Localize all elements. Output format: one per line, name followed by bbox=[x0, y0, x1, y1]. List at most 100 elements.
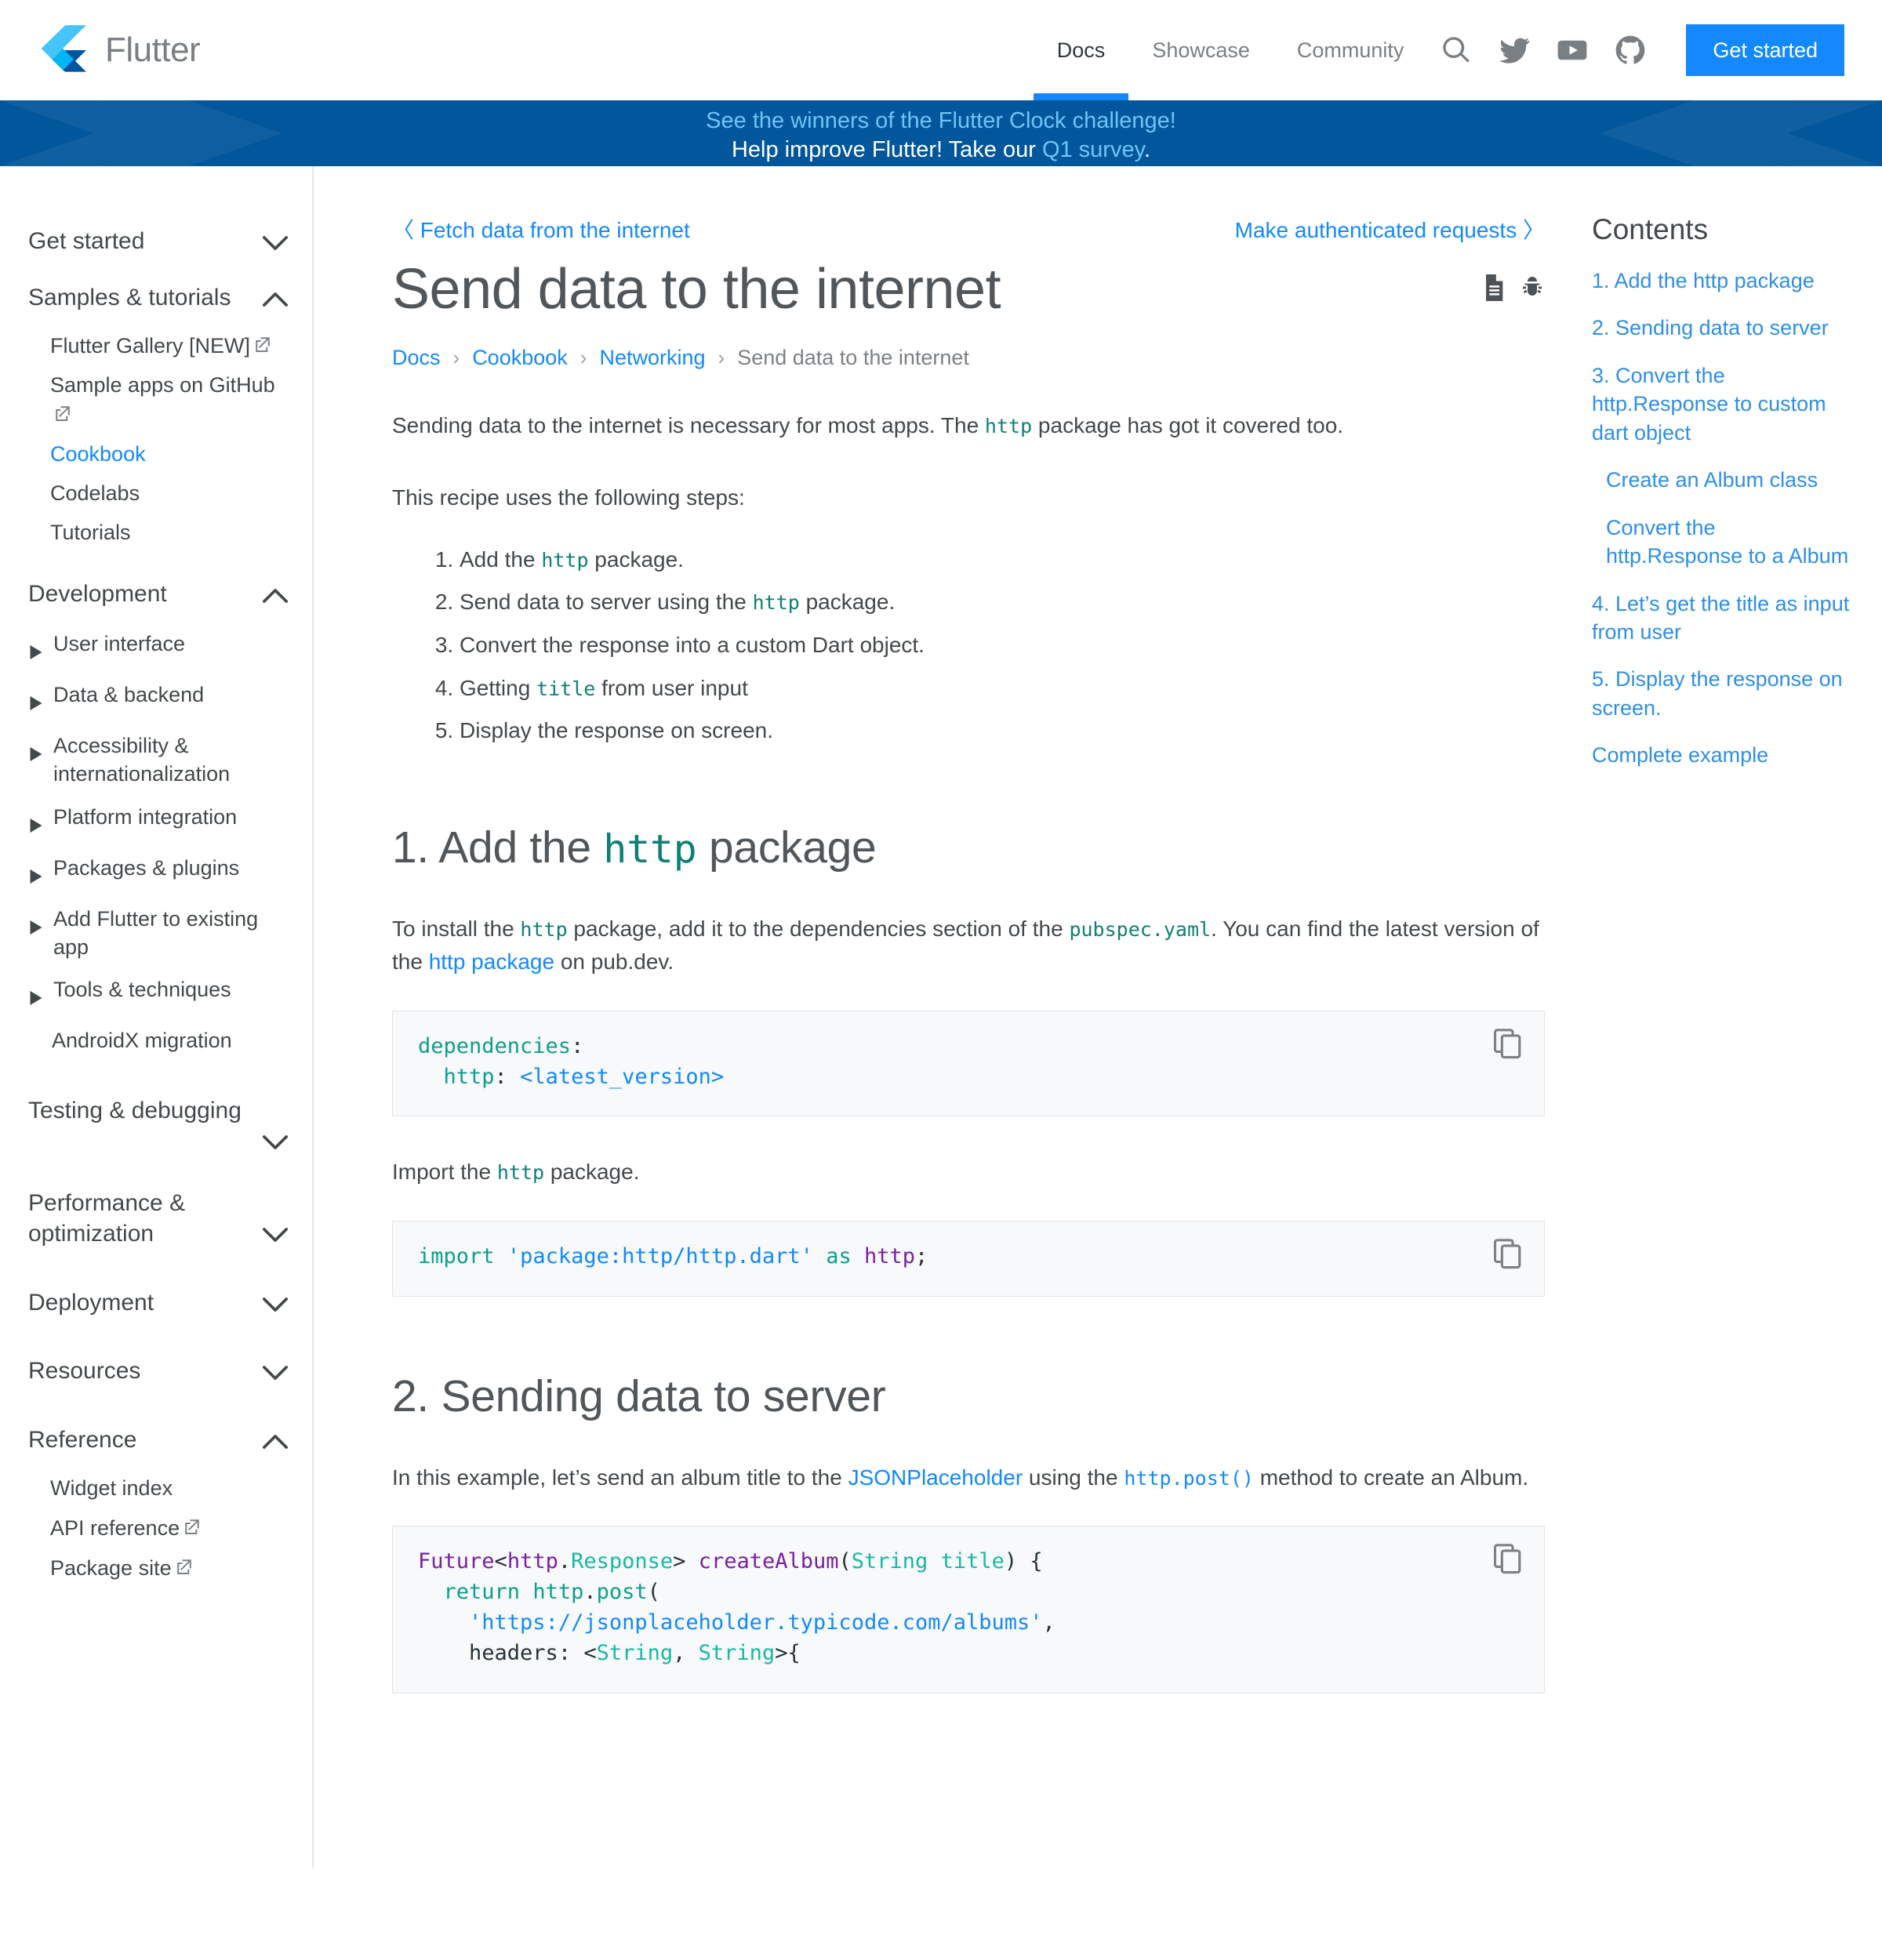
youtube-icon[interactable] bbox=[1543, 0, 1601, 100]
sidebar-item-platform-integration[interactable]: Platform integration bbox=[0, 796, 312, 847]
title-row: Send data to the internet bbox=[392, 257, 1545, 322]
toc-item-2[interactable]: 2. Sending data to server bbox=[1592, 314, 1851, 342]
chevron-down-icon bbox=[262, 1365, 289, 1381]
section1-heading-a: 1. Add the bbox=[392, 822, 604, 873]
get-started-button[interactable]: Get started bbox=[1686, 24, 1844, 76]
sidebar-item-api-reference[interactable]: API reference bbox=[0, 1508, 312, 1548]
copy-icon[interactable] bbox=[1494, 1544, 1524, 1577]
code-block-create-album: Future<http.Response> createAlbum(String… bbox=[392, 1526, 1545, 1693]
external-link-icon bbox=[55, 400, 71, 428]
sidebar-group-label: Deployment bbox=[28, 1289, 154, 1316]
github-icon[interactable] bbox=[1601, 0, 1659, 100]
previous-page-link[interactable]: 〈 Fetch data from the internet bbox=[392, 213, 690, 245]
sidebar-item-add-flutter-existing-app[interactable]: Add Flutter to existing app bbox=[0, 898, 312, 968]
section-heading-1: 1. Add the http package bbox=[392, 822, 1545, 873]
copy-icon[interactable] bbox=[1494, 1028, 1524, 1062]
step-text-a: Add the bbox=[460, 546, 542, 572]
sidebar-item-label: Sample apps on GitHub bbox=[50, 373, 275, 397]
sidebar-group-samples-tutorials[interactable]: Samples & tutorials bbox=[0, 270, 312, 326]
sidebar-item-codelabs[interactable]: Codelabs bbox=[0, 474, 312, 513]
sidebar-group-label: Samples & tutorials bbox=[28, 284, 231, 310]
caret-right-icon bbox=[30, 913, 42, 942]
sidebar-group-label: Performance & optimization bbox=[28, 1189, 186, 1247]
main-content: 〈 Fetch data from the internet Make auth… bbox=[314, 166, 1592, 1693]
list-item: Display the response on screen. bbox=[460, 714, 1545, 748]
chevron-down-icon bbox=[262, 235, 289, 251]
sidebar-group-testing-debugging[interactable]: Testing & debugging bbox=[0, 1083, 312, 1163]
sidebar-item-packages-plugins[interactable]: Packages & plugins bbox=[0, 847, 312, 898]
sidebar-group-performance-optimization[interactable]: Performance & optimization bbox=[0, 1175, 312, 1262]
inline-code: title bbox=[536, 677, 596, 700]
sidebar-item-label: Add Flutter to existing app bbox=[53, 906, 259, 960]
intro-paragraph: Sending data to the internet is necessar… bbox=[392, 409, 1545, 443]
code-block-dependencies: dependencies: http: <latest_version> bbox=[392, 1010, 1545, 1117]
toc-item-convert-response[interactable]: Convert the http.Response to a Album bbox=[1592, 514, 1851, 571]
http-package-link[interactable]: http package bbox=[429, 949, 554, 974]
sidebar-group-deployment[interactable]: Deployment bbox=[0, 1275, 312, 1331]
banner-survey-suffix: . bbox=[1143, 137, 1151, 162]
sidebar-item-data-backend[interactable]: Data & backend bbox=[0, 673, 312, 724]
table-of-contents: Contents 1. Add the http package 2. Send… bbox=[1592, 166, 1882, 789]
next-page-link[interactable]: Make authenticated requests 〉 bbox=[1235, 213, 1545, 245]
copy-icon[interactable] bbox=[1494, 1239, 1524, 1272]
s1-d: on pub.dev. bbox=[554, 949, 674, 975]
chevron-down-icon bbox=[262, 1227, 289, 1243]
search-icon[interactable] bbox=[1427, 0, 1485, 100]
report-bug-icon[interactable] bbox=[1520, 274, 1545, 305]
step-text-b: from user input bbox=[595, 675, 748, 700]
sidebar-item-user-interface[interactable]: User interface bbox=[0, 622, 312, 673]
banner-clock-link[interactable]: See the winners of the Flutter Clock cha… bbox=[706, 107, 1176, 136]
nav-link-community[interactable]: Community bbox=[1273, 0, 1428, 100]
code-text: import 'package:http/http.dart' as http; bbox=[418, 1244, 928, 1269]
toc-item-4[interactable]: 4. Let’s get the title as input from use… bbox=[1592, 590, 1851, 647]
next-page-label: Make authenticated requests bbox=[1234, 218, 1517, 242]
breadcrumb-cookbook[interactable]: Cookbook bbox=[472, 346, 568, 370]
chevron-up-icon bbox=[262, 1434, 289, 1450]
brand-home-link[interactable]: Flutter bbox=[35, 24, 201, 77]
caret-right-icon bbox=[30, 984, 42, 1012]
sidebar-group-resources[interactable]: Resources bbox=[0, 1343, 312, 1399]
caret-right-icon bbox=[30, 638, 42, 666]
external-link-icon bbox=[255, 331, 271, 359]
sidebar-group-get-started[interactable]: Get started bbox=[0, 213, 312, 270]
section2-paragraph: In this example, let’s send an album tit… bbox=[392, 1461, 1545, 1495]
sidebar-item-sample-apps-github[interactable]: Sample apps on GitHub bbox=[0, 365, 312, 434]
sidebar-item-label: Accessibility & internationalization bbox=[53, 734, 231, 786]
steps-lead-paragraph: This recipe uses the following steps: bbox=[392, 485, 745, 510]
twitter-icon[interactable] bbox=[1485, 0, 1543, 100]
caret-right-icon bbox=[30, 740, 42, 768]
page-title: Send data to the internet bbox=[392, 258, 1001, 321]
s2-c: method to create an Album. bbox=[1253, 1465, 1529, 1490]
page-body: Get started Samples & tutorials Flutter … bbox=[0, 166, 1882, 1867]
step-text-a: Display the response on screen. bbox=[460, 718, 773, 743]
sidebar-item-androidx-migration[interactable]: AndroidX migration bbox=[0, 1019, 312, 1062]
sidebar-group-development[interactable]: Development bbox=[0, 566, 312, 622]
top-navigation-bar: Flutter Docs Showcase Community Get star… bbox=[0, 0, 1882, 100]
s2-a: In this example, let’s send an album tit… bbox=[392, 1465, 848, 1490]
sidebar-group-reference[interactable]: Reference bbox=[0, 1412, 312, 1468]
list-item: Convert the response into a custom Dart … bbox=[460, 629, 1545, 662]
view-source-icon[interactable] bbox=[1482, 274, 1506, 305]
jsonplaceholder-link[interactable]: JSONPlaceholder bbox=[848, 1465, 1023, 1490]
toc-item-1[interactable]: 1. Add the http package bbox=[1592, 267, 1851, 295]
inline-code-pubspec: pubspec.yaml bbox=[1069, 917, 1212, 941]
sidebar-item-flutter-gallery[interactable]: Flutter Gallery [NEW] bbox=[0, 325, 312, 365]
sidebar-item-cookbook[interactable]: Cookbook bbox=[0, 434, 312, 474]
banner-survey-link[interactable]: Q1 survey bbox=[1042, 137, 1144, 162]
sidebar-item-label: User interface bbox=[53, 631, 186, 655]
nav-link-docs[interactable]: Docs bbox=[1033, 0, 1129, 100]
toc-item-3[interactable]: 3. Convert the http.Response to custom d… bbox=[1592, 361, 1851, 447]
sidebar-item-widget-index[interactable]: Widget index bbox=[0, 1468, 312, 1508]
toc-item-complete-example[interactable]: Complete example bbox=[1592, 741, 1851, 769]
sidebar-item-accessibility[interactable]: Accessibility & internationalization bbox=[0, 724, 312, 795]
toc-item-5[interactable]: 5. Display the response on screen. bbox=[1592, 665, 1851, 722]
breadcrumb-networking[interactable]: Networking bbox=[599, 346, 705, 370]
sidebar-item-tutorials[interactable]: Tutorials bbox=[0, 513, 312, 552]
step-text-a: Convert the response into a custom Dart … bbox=[460, 632, 925, 657]
sidebar-item-tools-techniques[interactable]: Tools & techniques bbox=[0, 968, 312, 1019]
nav-link-showcase[interactable]: Showcase bbox=[1128, 0, 1273, 100]
breadcrumb-docs[interactable]: Docs bbox=[392, 346, 441, 370]
sidebar-item-package-site[interactable]: Package site bbox=[0, 1548, 312, 1588]
code-block-import: import 'package:http/http.dart' as http; bbox=[392, 1221, 1545, 1297]
toc-item-create-album-class[interactable]: Create an Album class bbox=[1592, 466, 1851, 494]
